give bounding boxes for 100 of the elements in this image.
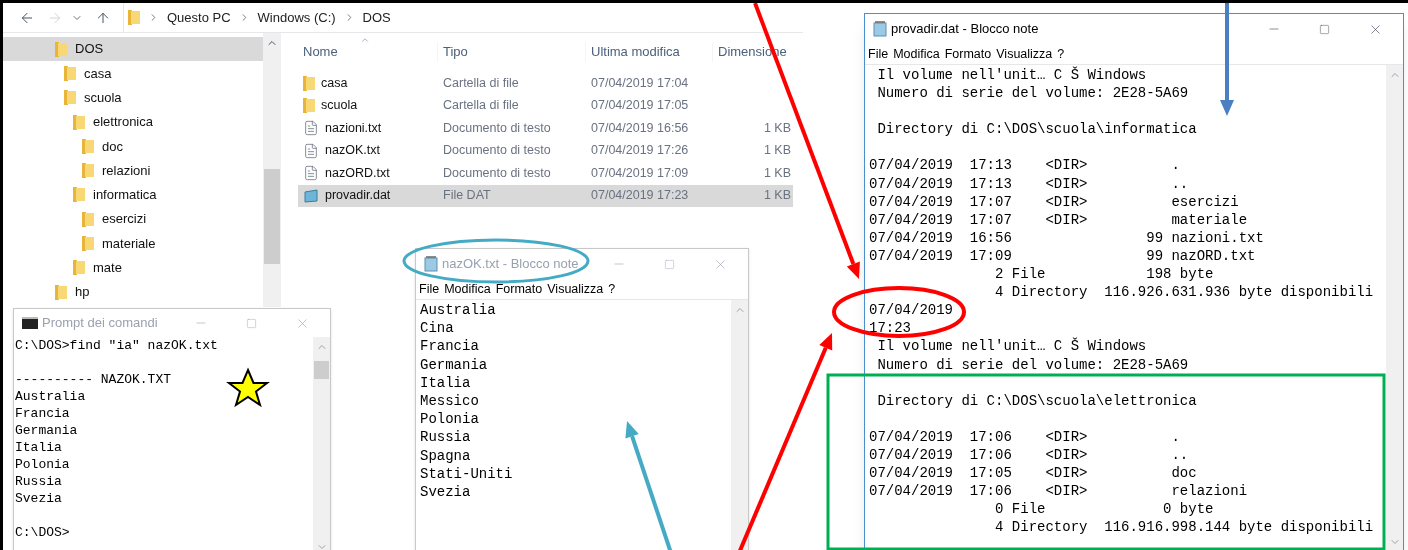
text-line: Italia — [420, 373, 471, 392]
column-header[interactable]: Nome — [298, 42, 438, 62]
text-line: 07/04/2019 17:07 <DIR> esercizi — [869, 192, 1239, 211]
file-modified: 07/04/2019 17:05 — [590, 97, 690, 115]
folder-icon — [82, 236, 94, 251]
maximize-icon[interactable] — [664, 258, 675, 270]
text-line: Directory di C:\DOS\scuola\elettronica — [876, 391, 1197, 410]
tree-label: elettronica — [93, 113, 153, 132]
file-row[interactable]: casa Cartella di file 07/04/2019 17:04 — [298, 72, 793, 95]
tree-item[interactable]: elettronica — [3, 109, 264, 135]
text-line: Il volume nell'unit… C Š Windows — [876, 66, 1147, 85]
file-row[interactable]: nazioni.txt Documento di testo 07/04/2019 16:56 1 KB — [298, 117, 793, 140]
maximize-icon[interactable] — [1319, 23, 1330, 35]
document-icon — [303, 188, 319, 203]
window-title: nazOK.txt - Blocco note — [442, 255, 579, 274]
file-row[interactable]: provadir.dat File DAT 07/04/2019 17:23 1 KB — [298, 184, 793, 207]
file-size: 1 KB — [763, 188, 791, 203]
text-line: Svezia — [15, 490, 62, 507]
tree-label: relazioni — [102, 161, 151, 180]
tree-item[interactable]: doc — [3, 134, 264, 159]
text-line: 07/04/2019 17:06 <DIR> relazioni — [869, 482, 1248, 501]
column-header[interactable]: Tipo — [438, 42, 586, 62]
scrollbar[interactable] — [313, 337, 330, 550]
file-size: 1 KB — [763, 143, 791, 158]
tree-item[interactable]: materiale — [3, 231, 264, 256]
text-line: 4 Directory 116.926.631.936 byte disponibili — [994, 283, 1374, 302]
text-line: 2 File 198 byte — [994, 265, 1214, 284]
file-size: 1 KB — [763, 120, 791, 135]
file-type: Documento di testo — [442, 142, 552, 160]
file-type: Documento di testo — [442, 164, 552, 182]
text-line: Italia — [15, 439, 62, 456]
text-line: Francia — [420, 337, 479, 356]
text-line: 0 File 0 byte — [994, 500, 1214, 519]
tree-item[interactable]: esercizi — [3, 207, 264, 232]
scroll-thumb[interactable] — [264, 169, 281, 264]
tree-label: DOS — [75, 40, 104, 59]
breadcrumb-item[interactable]: Questo PC — [167, 7, 231, 28]
notepad-icon — [873, 21, 887, 37]
menu-item[interactable]: Modifica — [893, 44, 940, 64]
folder-icon — [303, 75, 315, 91]
tree-item[interactable]: scuola — [3, 85, 264, 110]
menu-item[interactable]: Visualizza — [547, 279, 604, 299]
menu-item[interactable]: Modifica — [444, 279, 491, 299]
breadcrumb-item[interactable]: DOS — [362, 7, 391, 28]
menu-item[interactable]: ? — [608, 279, 616, 299]
folder-icon — [82, 211, 94, 227]
menu-item[interactable]: Formato — [944, 44, 992, 64]
scrollbar[interactable] — [1386, 65, 1403, 550]
text-line: 07/04/2019 17:13 <DIR> .. — [869, 174, 1189, 193]
breadcrumb-item[interactable]: Windows (C:) — [257, 7, 336, 28]
tree-label: mate — [93, 259, 122, 278]
sort-ascending-icon — [360, 35, 370, 45]
text-line: 07/04/2019 — [869, 301, 953, 320]
file-row[interactable]: nazORD.txt Documento di testo 07/04/2019 17:09 1 KB — [298, 162, 793, 185]
menu-item[interactable]: Visualizza — [996, 44, 1053, 64]
text-line: Polonia — [420, 410, 479, 429]
menu-item[interactable]: File — [419, 279, 440, 299]
file-type: Documento di testo — [442, 119, 552, 137]
file-row[interactable]: nazOK.txt Documento di testo 07/04/2019 17:26 1 KB — [298, 139, 793, 162]
address-bar[interactable]: Questo PC Windows (C:) DOS — [123, 3, 391, 32]
file-modified: 07/04/2019 17:26 — [590, 142, 690, 160]
text-line: C:\DOS>find "ia" nazOK.txt — [15, 337, 218, 354]
text-line: Spagna — [420, 446, 471, 465]
file-modified: 07/04/2019 17:23 — [590, 187, 690, 205]
tree-item[interactable]: casa — [3, 61, 264, 86]
menu-item[interactable]: ? — [1057, 44, 1065, 64]
text-file-icon — [303, 142, 319, 159]
text-line: 07/04/2019 17:05 <DIR> doc — [869, 464, 1197, 483]
folder-icon — [64, 90, 76, 106]
tree-item[interactable]: hp — [3, 279, 264, 305]
file-modified: 07/04/2019 16:56 — [590, 119, 690, 137]
menu-item[interactable]: Formato — [495, 279, 543, 299]
text-line: C:\DOS> — [15, 524, 70, 541]
window-title: Prompt dei comandi — [42, 314, 158, 333]
scrollbar[interactable] — [731, 300, 748, 550]
console-icon — [22, 317, 38, 329]
text-line: Cina — [420, 319, 454, 338]
tree-item[interactable]: relazioni — [3, 158, 264, 183]
tree-item[interactable]: informatica — [3, 182, 264, 208]
scroll-thumb[interactable] — [314, 361, 329, 379]
folder-icon — [73, 260, 85, 276]
file-name: provadir.dat — [325, 187, 391, 205]
tree-label: casa — [84, 64, 112, 83]
folder-icon — [55, 284, 67, 300]
file-modified: 07/04/2019 17:09 — [590, 164, 690, 182]
menu-item[interactable]: File — [868, 44, 889, 64]
scrollbar[interactable] — [263, 33, 281, 307]
text-line: 07/04/2019 16:56 99 nazioni.txt — [869, 228, 1264, 247]
tree-label: materiale — [102, 234, 156, 253]
column-header[interactable]: Ultima modifica — [586, 42, 713, 62]
text-line: Russia — [15, 473, 62, 490]
tree-item[interactable]: mate — [3, 255, 264, 280]
text-line: Directory di C:\DOS\scuola\informatica — [876, 120, 1197, 139]
file-type: File DAT — [442, 187, 492, 205]
tree-label: esercizi — [102, 210, 147, 229]
tree-item[interactable]: DOS — [3, 37, 264, 62]
file-row[interactable]: scuola Cartella di file 07/04/2019 17:05 — [298, 94, 793, 117]
maximize-icon[interactable] — [246, 317, 257, 329]
text-line: 07/04/2019 17:06 <DIR> . — [869, 427, 1180, 446]
tree-label: scuola — [84, 89, 122, 107]
